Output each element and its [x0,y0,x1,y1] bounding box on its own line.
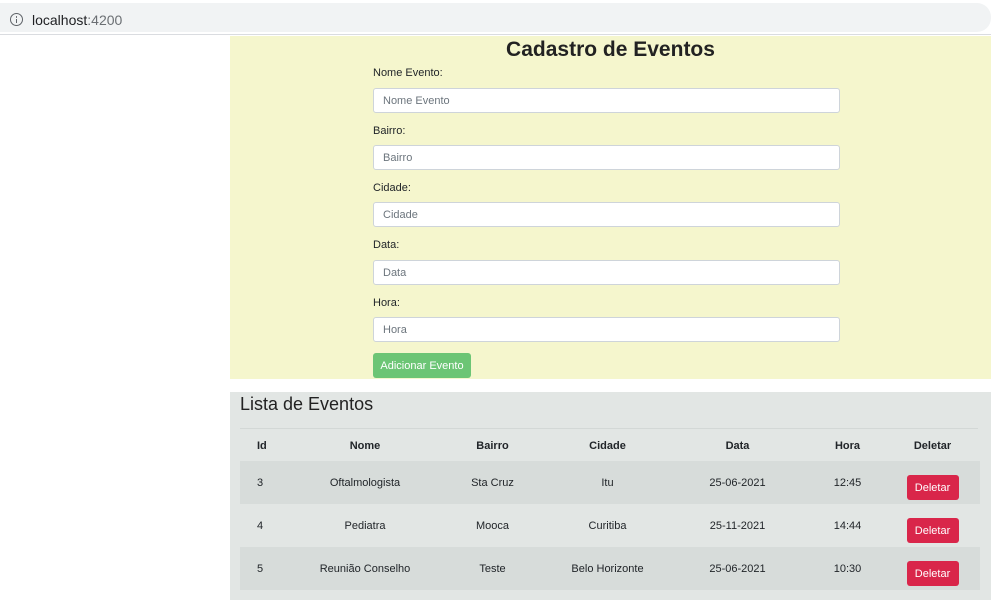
bairro-input[interactable] [373,145,840,170]
table-header-row: Id Nome Bairro Cidade Data Hora Deletar [240,430,980,461]
event-form-section: Cadastro de Eventos Nome Evento: Bairro:… [230,36,991,379]
cell-id: 3 [240,461,295,504]
info-icon[interactable] [10,13,23,26]
cell-hora: 10:30 [810,547,885,590]
cell-bairro: Sta Cruz [435,461,550,504]
table-row: 3 Oftalmologista Sta Cruz Itu 25-06-2021… [240,461,980,504]
header-cidade: Cidade [589,439,626,452]
hora-input[interactable] [373,317,840,342]
url-text[interactable]: localhost:4200 [32,12,122,28]
cell-hora: 14:44 [833,519,862,532]
header-data: Data [725,439,750,452]
url-host: localhost [32,12,88,28]
table-row: 5 Reunião Conselho Teste Belo Horizonte … [240,547,980,590]
cidade-input[interactable] [373,202,840,227]
cell-cidade: Itu [550,461,665,504]
delete-button[interactable]: Deletar [906,561,959,586]
form-title: Cadastro de Eventos [506,38,715,61]
cell-bairro: Teste [435,547,550,590]
cell-cidade: Belo Horizonte [550,547,665,590]
cell-action: Deletar [885,461,980,504]
address-bar[interactable]: localhost:4200 [0,3,991,32]
cell-data: 25-11-2021 [709,519,766,532]
cell-id: 5 [240,547,295,590]
nome-evento-label: Nome Evento: [373,67,443,79]
delete-button[interactable]: Deletar [906,518,959,543]
table-row: 4 Pediatra Mooca Curitiba 25-11-2021 14:… [240,504,980,547]
data-input[interactable] [373,260,840,285]
browser-toolbar: localhost:4200 [0,0,991,35]
cell-action: Deletar [885,504,980,547]
bairro-label: Bairro: [373,125,406,137]
cell-data: 25-06-2021 [665,461,810,504]
list-divider [240,428,978,429]
header-deletar: Deletar [913,439,952,452]
data-label: Data: [373,239,400,251]
add-event-button[interactable]: Adicionar Evento [373,353,471,378]
cell-hora: 12:45 [810,461,885,504]
header-id: Id [257,439,267,452]
cidade-label: Cidade: [373,182,411,194]
cell-cidade: Curitiba [588,519,627,532]
hora-label: Hora: [373,297,400,309]
cell-bairro: Mooca [475,519,510,532]
delete-button[interactable]: Deletar [906,475,959,500]
cell-nome: Oftalmologista [295,461,435,504]
cell-data: 25-06-2021 [665,547,810,590]
event-list-section: Lista de Eventos Id Nome Bairro Cidade D… [230,392,991,600]
header-bairro: Bairro [476,439,509,452]
url-port: :4200 [87,12,123,28]
cell-nome: Pediatra [344,519,386,532]
cell-id: 4 [257,519,264,532]
cell-nome: Reunião Conselho [295,547,435,590]
cell-action: Deletar [885,547,980,590]
nome-evento-input[interactable] [373,88,840,113]
header-hora: Hora [834,439,861,452]
list-title: Lista de Eventos [240,394,374,414]
header-nome: Nome [349,439,381,452]
events-table: Id Nome Bairro Cidade Data Hora Deletar … [240,430,980,590]
